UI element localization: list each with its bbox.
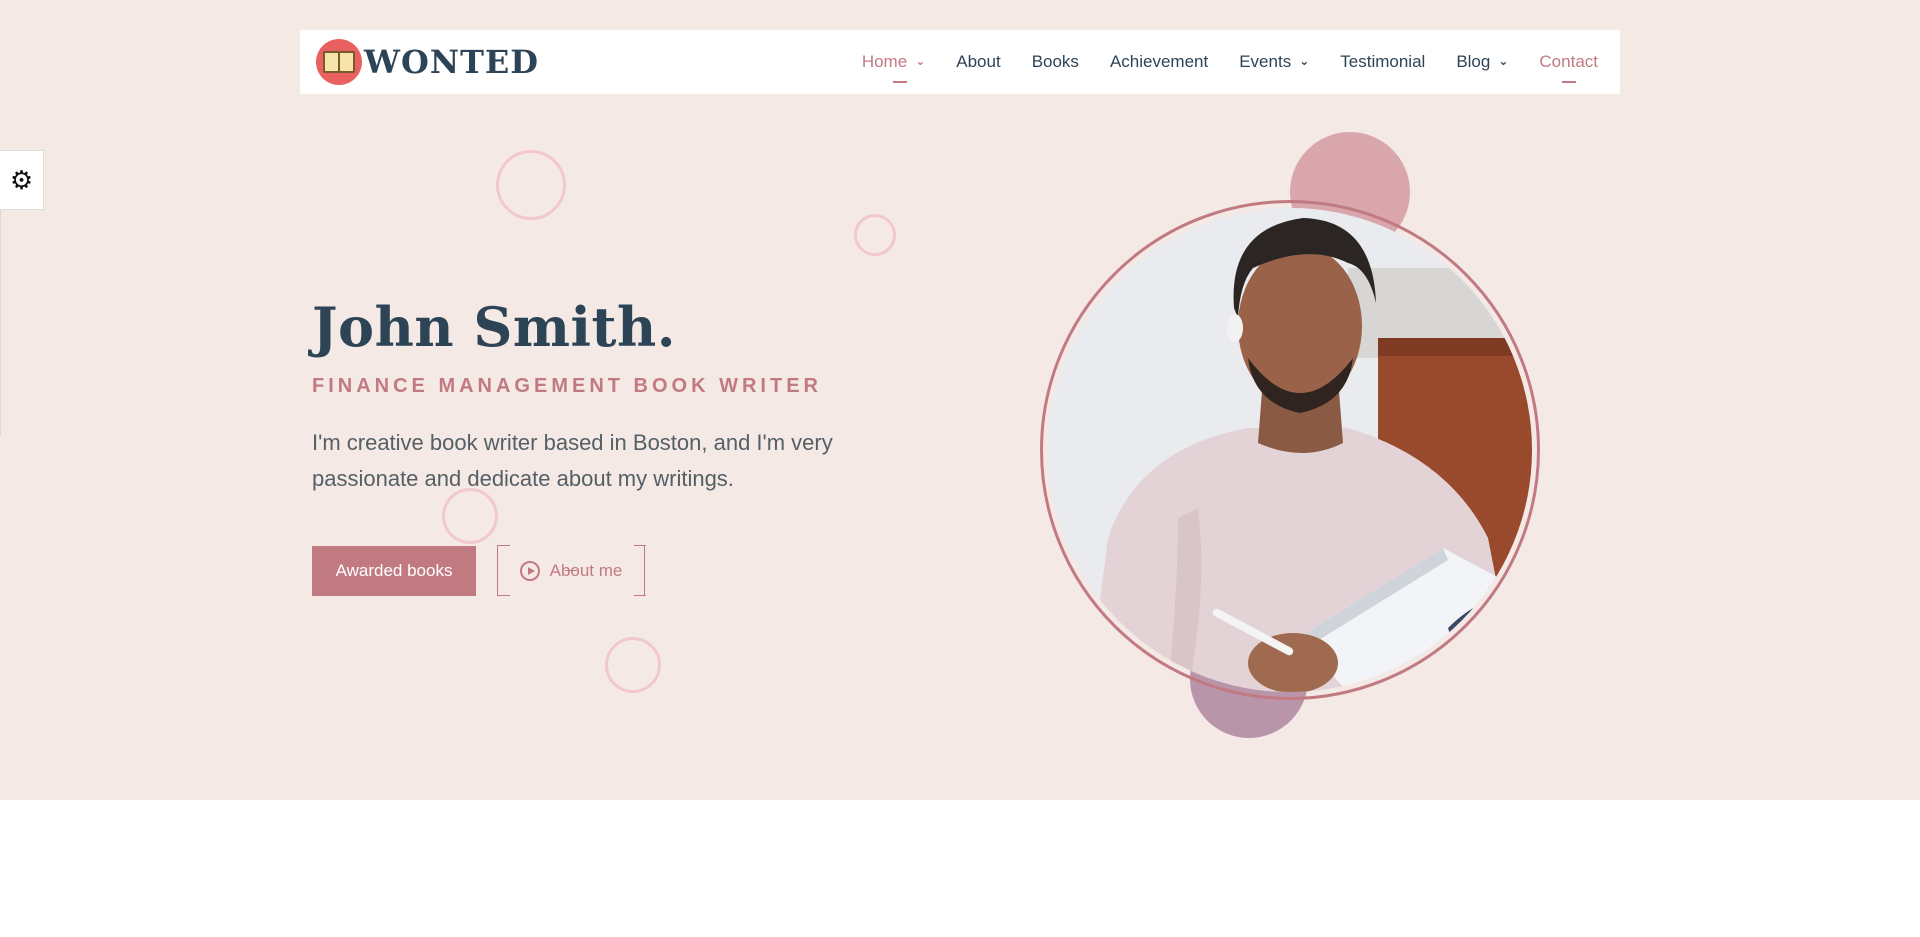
nav-label: Achievement [1109,52,1209,71]
nav-label: Blog [1456,52,1491,71]
next-section [0,800,1920,937]
play-circle-icon [519,560,540,581]
site-logo[interactable]: WONTED [316,38,539,86]
hero-title: John Smith. [312,295,677,359]
chevron-down-icon: ⌄ [915,54,926,68]
nav-item-events[interactable]: Events ⌄ [1239,30,1309,94]
open-book-icon [316,39,362,85]
nav-item-home[interactable]: Home ⌄ [862,30,925,94]
awarded-books-button[interactable]: Awarded books [312,546,476,596]
chevron-down-icon: ⌄ [1299,54,1310,68]
site-header: WONTED Home ⌄ About Books Achievement Ev… [300,30,1620,94]
side-divider [0,210,1,435]
nav-label: About [956,52,1001,71]
about-me-button[interactable]: About me [497,545,645,596]
nav-item-testimonial[interactable]: Testimonial [1340,30,1425,94]
main-nav: Home ⌄ About Books Achievement Events ⌄ … [831,30,1598,94]
nav-label: Events [1239,52,1292,71]
nav-label: Testimonial [1340,52,1426,71]
nav-item-contact[interactable]: Contact [1539,30,1598,94]
nav-item-blog[interactable]: Blog ⌄ [1456,30,1508,94]
button-label: About me [549,560,623,580]
nav-label: Home [861,52,908,71]
decor-ring [496,150,566,220]
nav-item-books[interactable]: Books [1032,30,1079,94]
settings-toggle[interactable]: ⚙ [0,150,44,210]
gear-icon: ⚙ [9,164,34,195]
decor-ring [605,637,661,693]
button-label: Awarded books [335,561,453,580]
hero-section [0,0,1920,800]
nav-label: Contact [1539,52,1598,71]
brand-name: WONTED [364,43,540,81]
nav-item-achievement[interactable]: Achievement [1110,30,1208,94]
nav-label: Books [1031,52,1079,71]
hero-description: I'm creative book writer based in Boston… [312,430,833,491]
nav-item-about[interactable]: About [956,30,1000,94]
chevron-down-icon: ⌄ [1498,54,1509,68]
decor-ring [854,214,896,256]
hero-subtitle: FINANCE MANAGEMENT BOOK WRITER [312,375,822,397]
author-photo-frame [1040,200,1540,700]
